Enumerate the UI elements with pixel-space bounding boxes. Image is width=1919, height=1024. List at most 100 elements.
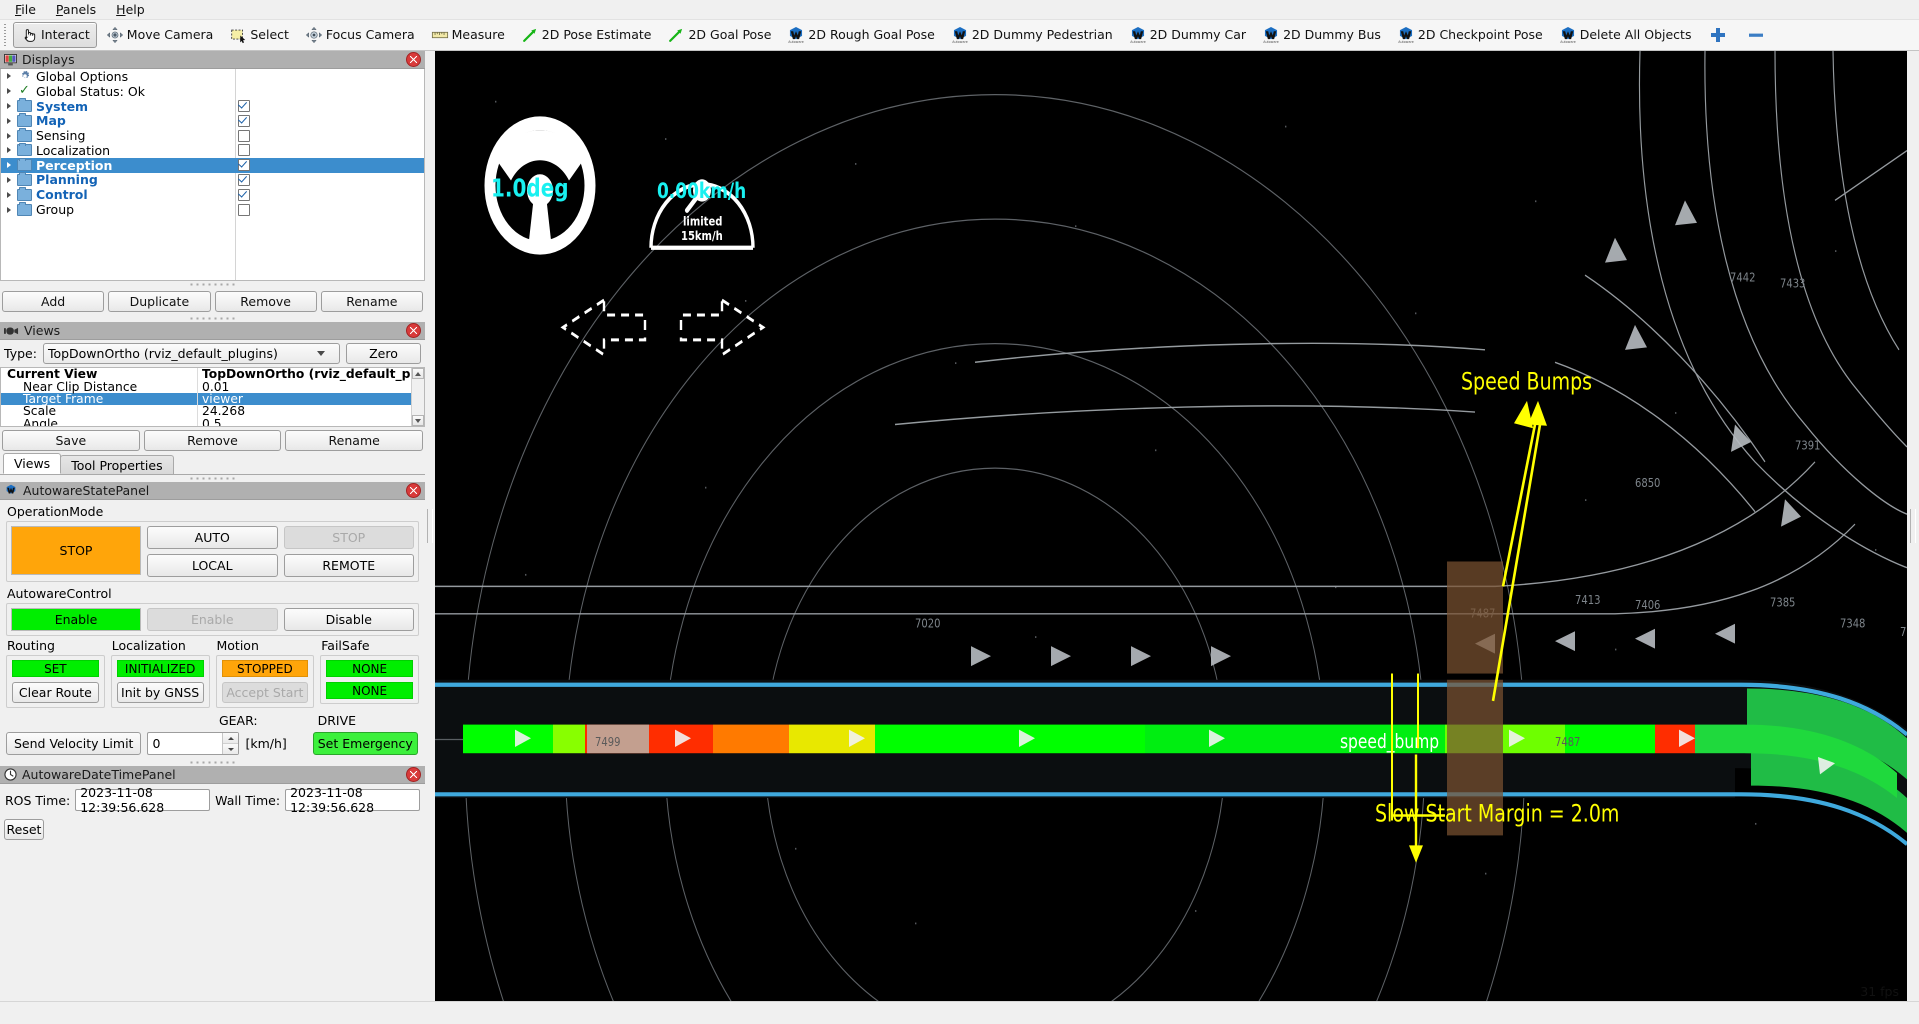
zero-button[interactable]: Zero (346, 343, 421, 364)
expand-arrow-icon[interactable] (1, 177, 17, 183)
tree-checkbox[interactable] (238, 187, 250, 202)
dock-splitter[interactable] (425, 51, 435, 1001)
wall-time-value[interactable]: 2023-11-08 12:39:56.628 (285, 789, 420, 811)
displays-resize-handle[interactable] (0, 281, 425, 288)
tool-2d-rough-goal-pose[interactable]: Autoware 2D Rough Goal Pose (780, 22, 941, 48)
tree-item-group[interactable]: Group (1, 202, 424, 217)
tool-2d-pose-estimate[interactable]: 2D Pose Estimate (514, 22, 659, 48)
tree-item-control[interactable]: Control (1, 187, 424, 202)
view-type-select[interactable]: TopDownOrtho (rviz_default_plugins) (43, 343, 340, 364)
tree-checkbox[interactable] (238, 158, 250, 173)
auto-mode-button[interactable]: AUTO (147, 526, 278, 549)
expand-arrow-icon[interactable] (1, 147, 17, 153)
add-display-button[interactable]: Add (2, 291, 104, 312)
toolbar-drag-handle[interactable] (3, 24, 10, 46)
tree-item-global-status[interactable]: ✓ Global Status: Ok (1, 84, 424, 99)
tool-measure[interactable]: Measure (424, 22, 512, 48)
velocity-limit-stepper[interactable] (147, 732, 239, 755)
control-disable-button[interactable]: Disable (284, 608, 415, 631)
tool-focus-camera[interactable]: Focus Camera (298, 22, 422, 48)
control-enable-button[interactable]: Enable (147, 608, 278, 631)
remove-view-button[interactable]: Remove (144, 430, 282, 451)
right-dock-splitter[interactable] (1907, 51, 1919, 1001)
tool-2d-checkpoint-pose[interactable]: Autoware 2D Checkpoint Pose (1390, 22, 1550, 48)
views-close-icon[interactable] (406, 323, 421, 338)
views-row-target-frame[interactable]: Target Frame viewer (1, 393, 424, 405)
views-row-scale[interactable]: Scale 24.268 (1, 405, 424, 417)
tree-item-map[interactable]: Map (1, 113, 424, 128)
menu-panels[interactable]: Panels (47, 1, 105, 19)
tree-item-perception[interactable]: Perception (1, 158, 424, 173)
save-view-button[interactable]: Save (2, 430, 140, 451)
tool-move-camera[interactable]: Move Camera (99, 22, 221, 48)
views-row-near-clip-distance[interactable]: Near Clip Distance 0.01 (1, 380, 424, 392)
datetime-close-icon[interactable] (406, 767, 421, 782)
tool-2d-goal-pose[interactable]: 2D Goal Pose (660, 22, 778, 48)
views-property-table[interactable]: Current View TopDownOrtho (rviz_default_… (0, 367, 425, 427)
accept-start-button[interactable]: Accept Start (222, 682, 309, 703)
stepper-down-icon[interactable] (223, 744, 238, 754)
stepper-arrows[interactable] (222, 733, 238, 754)
tree-item-localization[interactable]: Localization (1, 143, 424, 158)
tool-select[interactable]: Select (222, 22, 296, 48)
tool-2d-dummy-car[interactable]: Autoware 2D Dummy Car (1122, 22, 1253, 48)
remove-tool-button[interactable] (1738, 22, 1774, 48)
datetime-resize-handle[interactable] (0, 759, 425, 766)
expand-arrow-icon[interactable] (1, 73, 17, 79)
rename-display-button[interactable]: Rename (321, 291, 423, 312)
tool-interact[interactable]: Interact (13, 22, 97, 48)
tool-2d-dummy-bus[interactable]: Autoware 2D Dummy Bus (1255, 22, 1388, 48)
scroll-down-icon[interactable] (412, 415, 424, 426)
menu-file[interactable]: FFileile (6, 1, 45, 19)
expand-arrow-icon[interactable] (1, 118, 17, 124)
clear-route-button[interactable]: Clear Route (12, 682, 99, 703)
add-tool-button[interactable] (1700, 22, 1736, 48)
tab-tool-properties[interactable]: Tool Properties (60, 455, 173, 474)
expand-arrow-icon[interactable] (1, 207, 17, 213)
displays-icon (4, 54, 17, 66)
state-panel-resize-handle[interactable] (0, 475, 425, 482)
tool-2d-dummy-pedestrian[interactable]: Autoware 2D Dummy Pedestrian (944, 22, 1120, 48)
state-panel-close-icon[interactable] (406, 483, 421, 498)
tree-checkbox[interactable] (238, 173, 250, 188)
tree-item-system[interactable]: System (1, 99, 424, 114)
init-by-gnss-button[interactable]: Init by GNSS (117, 682, 204, 703)
rename-view-button[interactable]: Rename (285, 430, 423, 451)
views-resize-handle[interactable] (0, 315, 425, 322)
autoware-control-label: AutowareControl (6, 582, 419, 603)
tree-checkbox[interactable] (238, 128, 250, 143)
menu-help[interactable]: Help (107, 1, 154, 19)
duplicate-display-button[interactable]: Duplicate (108, 291, 210, 312)
views-row-angle[interactable]: Angle 0.5 (1, 418, 424, 427)
velocity-limit-input[interactable] (148, 735, 222, 752)
send-velocity-limit-button[interactable]: Send Velocity Limit (6, 732, 141, 755)
tree-checkbox[interactable] (238, 202, 250, 217)
tree-checkbox[interactable] (238, 99, 250, 114)
tree-checkbox[interactable] (238, 113, 250, 128)
tree-item-global-options[interactable]: Global Options (1, 69, 424, 84)
expand-arrow-icon[interactable] (1, 133, 17, 139)
displays-close-icon[interactable] (406, 52, 421, 67)
remove-display-button[interactable]: Remove (215, 291, 317, 312)
views-row-current-view[interactable]: Current View TopDownOrtho (rviz_default_… (1, 368, 424, 380)
tree-checkbox[interactable] (238, 143, 250, 158)
tree-item-planning[interactable]: Planning (1, 173, 424, 188)
set-emergency-button[interactable]: Set Emergency (313, 732, 418, 755)
expand-arrow-icon[interactable] (1, 192, 17, 198)
expand-arrow-icon[interactable] (1, 103, 17, 109)
tree-item-sensing[interactable]: Sensing (1, 128, 424, 143)
ros-time-value[interactable]: 2023-11-08 12:39:56.628 (75, 789, 210, 811)
remote-mode-button[interactable]: REMOTE (284, 554, 415, 577)
stop-mode-button[interactable]: STOP (284, 526, 415, 549)
expand-arrow-icon[interactable] (1, 162, 17, 168)
displays-tree[interactable]: Global Options ✓ Global Status: Ok Syste… (0, 69, 425, 281)
stepper-up-icon[interactable] (223, 733, 238, 744)
tool-delete-all-objects[interactable]: Autoware Delete All Objects (1552, 22, 1699, 48)
scroll-up-icon[interactable] (412, 368, 424, 379)
reset-button[interactable]: Reset (4, 819, 44, 840)
local-mode-button[interactable]: LOCAL (147, 554, 278, 577)
expand-arrow-icon[interactable] (1, 88, 17, 94)
tab-views[interactable]: Views (3, 453, 61, 474)
render-viewport[interactable]: 7020 7487 7413 7406 7385 7348 7148 7442 … (435, 51, 1907, 1001)
views-scrollbar[interactable] (411, 368, 424, 426)
